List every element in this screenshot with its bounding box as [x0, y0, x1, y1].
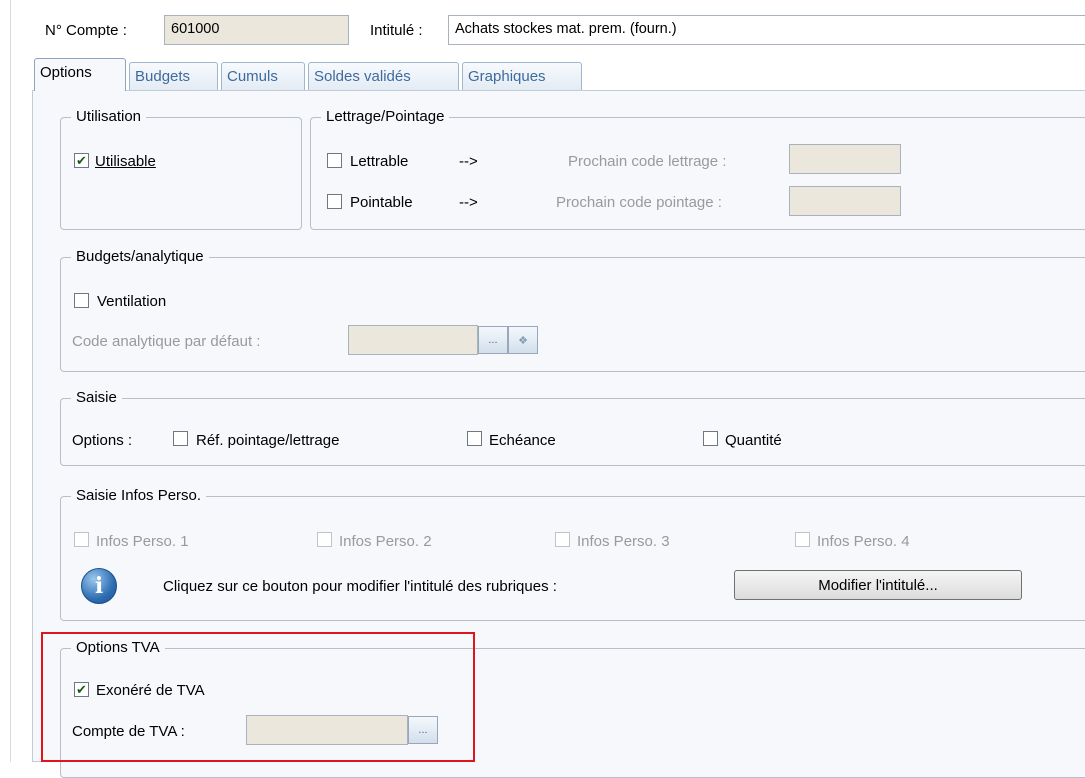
tab-cumuls[interactable]: Cumuls [221, 62, 305, 90]
compte-tva-label: Compte de TVA : [72, 723, 185, 740]
tab-budgets[interactable]: Budgets [129, 62, 218, 90]
tab-graphiques[interactable]: Graphiques [462, 62, 582, 90]
check-mark-icon: ✔ [76, 682, 87, 697]
info-text: Cliquez sur ce bouton pour modifier l'in… [163, 578, 557, 595]
utilisable-label: Utilisable [95, 153, 156, 170]
saisie-options-label: Options : [72, 432, 133, 449]
tab-soldes-valides[interactable]: Soldes validés [308, 62, 459, 90]
infos-perso-2-checkbox[interactable] [317, 532, 332, 547]
cubes-icon: ❖ [518, 334, 528, 347]
options-tva-group-title: Options TVA [71, 639, 165, 656]
next-pointage-label: Prochain code pointage : [556, 194, 722, 211]
default-code-browse-button[interactable]: ... [478, 326, 508, 354]
pointable-checkbox[interactable] [327, 194, 342, 209]
ventilation-label: Ventilation [97, 293, 167, 310]
account-title-field[interactable]: Achats stockes mat. prem. (fourn.) [448, 15, 1085, 45]
options-tva-group: Options TVA [60, 639, 1085, 778]
lettrage-pointage-group: Lettrage/Pointage [310, 108, 1085, 230]
lettrage-pointage-group-title: Lettrage/Pointage [321, 108, 450, 125]
saisie-group-title: Saisie [71, 389, 122, 406]
default-code-field[interactable] [348, 325, 478, 355]
check-mark-icon: ✔ [76, 153, 87, 168]
utilisable-checkbox[interactable]: ✔ [74, 153, 89, 168]
ref-pointage-label: Réf. pointage/lettrage [196, 432, 340, 449]
exonere-tva-checkbox[interactable]: ✔ [74, 682, 89, 697]
echeance-label: Echéance [489, 432, 556, 449]
next-pointage-field[interactable] [789, 186, 901, 216]
compte-tva-browse-button[interactable]: ... [408, 716, 438, 744]
next-lettrage-label: Prochain code lettrage : [568, 153, 727, 170]
budgets-analytique-group: Budgets/analytique [60, 248, 1085, 372]
infos-perso-1-label: Infos Perso. 1 [96, 533, 189, 550]
infos-perso-3-checkbox[interactable] [555, 532, 570, 547]
infos-perso-4-label: Infos Perso. 4 [817, 533, 910, 550]
tab-options[interactable]: Options [34, 58, 126, 91]
analytic-lookup-button[interactable]: ❖ [508, 326, 538, 354]
info-icon: i [81, 568, 117, 604]
infos-perso-1-checkbox[interactable] [74, 532, 89, 547]
utilisation-group: Utilisation [60, 108, 302, 230]
quantite-label: Quantité [725, 432, 782, 449]
next-lettrage-field[interactable] [789, 144, 901, 174]
infos-perso-4-checkbox[interactable] [795, 532, 810, 547]
utilisation-group-title: Utilisation [71, 108, 147, 125]
window-left-border [10, 0, 11, 762]
quantite-checkbox[interactable] [703, 431, 718, 446]
account-number-label: N° Compte : [45, 22, 127, 39]
pointable-arrow: --> [459, 194, 478, 211]
pointable-label: Pointable [350, 194, 413, 211]
lettrable-arrow: --> [459, 153, 478, 170]
modify-title-button[interactable]: Modifier l'intitulé... [734, 570, 1022, 600]
infos-perso-group: Saisie Infos Perso. [60, 487, 1085, 621]
ref-pointage-checkbox[interactable] [173, 431, 188, 446]
infos-perso-3-label: Infos Perso. 3 [577, 533, 670, 550]
ventilation-checkbox[interactable] [74, 293, 89, 308]
lettrable-label: Lettrable [350, 153, 409, 170]
account-number-field[interactable]: 601000 [164, 15, 349, 45]
account-title-label: Intitulé : [370, 22, 423, 39]
default-code-label: Code analytique par défaut : [72, 333, 261, 350]
infos-perso-2-label: Infos Perso. 2 [339, 533, 432, 550]
echeance-checkbox[interactable] [467, 431, 482, 446]
infos-perso-group-title: Saisie Infos Perso. [71, 487, 207, 504]
lettrable-checkbox[interactable] [327, 153, 342, 168]
budgets-analytique-group-title: Budgets/analytique [71, 248, 209, 265]
compte-tva-field[interactable] [246, 715, 408, 745]
exonere-tva-label: Exonéré de TVA [96, 682, 205, 699]
